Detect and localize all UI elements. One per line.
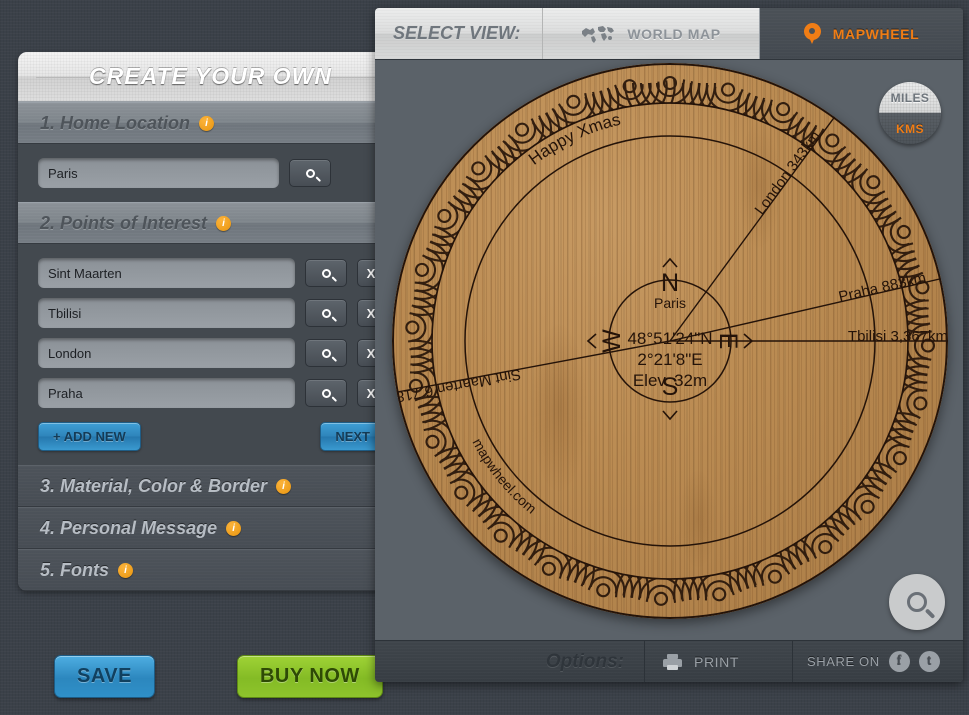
- info-icon[interactable]: i: [199, 115, 215, 131]
- tab-label: MAPWHEEL: [832, 25, 920, 42]
- section-header-material-color-border[interactable]: 3. Material, Color & Border i: [18, 465, 403, 507]
- poi-input[interactable]: [38, 298, 295, 328]
- spoke-label-praha-textpath: Praha 883km: [837, 269, 928, 306]
- poi-actions-row: + ADD NEW NEXT: [18, 418, 403, 451]
- share-group: SHARE ON f t: [793, 641, 963, 682]
- section-label: 1. Home Location: [40, 112, 191, 133]
- info-icon[interactable]: i: [216, 215, 232, 231]
- center-city-name: Paris: [654, 295, 686, 311]
- section-header-personal-message[interactable]: 4. Personal Message i: [18, 507, 403, 549]
- home-location-search-button[interactable]: [289, 159, 331, 187]
- twitter-icon[interactable]: t: [918, 651, 940, 672]
- poi-search-button[interactable]: [305, 259, 347, 287]
- info-icon[interactable]: i: [118, 562, 134, 578]
- poi-search-button[interactable]: [305, 379, 347, 407]
- options-label: Options:: [375, 641, 645, 682]
- buy-now-button[interactable]: BUY NOW: [236, 655, 383, 698]
- section-header-points-of-interest[interactable]: 2. Points of Interest i: [18, 202, 403, 244]
- preview-panel: SELECT VIEW: WORLD MAP MAPWHEEL N S W E …: [375, 8, 963, 682]
- select-view-label: SELECT VIEW:: [375, 8, 543, 59]
- home-location-input[interactable]: [38, 158, 279, 188]
- poi-input[interactable]: [38, 338, 295, 368]
- info-icon[interactable]: i: [226, 520, 242, 536]
- spoke-label-london-textpath: London 343km: [752, 128, 824, 218]
- page-title: CREATE YOUR OWN: [89, 63, 332, 89]
- search-icon: [319, 386, 333, 400]
- compass-north-label: N: [661, 269, 679, 297]
- printer-icon: [663, 653, 682, 670]
- mapwheel-svg: N S W E Happy Xmas mapwheel.com London 3…: [392, 63, 948, 619]
- center-elevation: Elev. 32m: [633, 371, 707, 390]
- select-view-bar: SELECT VIEW: WORLD MAP MAPWHEEL: [375, 8, 963, 60]
- mapwheel-graphic[interactable]: N S W E Happy Xmas mapwheel.com London 3…: [392, 63, 948, 619]
- map-pin-icon: [803, 22, 821, 45]
- spoke-label-tbilisi-textpath: Tbilisi 3,367km: [848, 328, 948, 345]
- share-label: SHARE ON: [807, 654, 880, 669]
- compass-east-label: E: [714, 333, 742, 350]
- print-label: PRINT: [694, 653, 739, 670]
- section-label: 3. Material, Color & Border: [40, 475, 268, 496]
- poi-search-button[interactable]: [305, 299, 347, 327]
- section-label: 2. Points of Interest: [40, 212, 208, 233]
- poi-search-button[interactable]: [305, 339, 347, 367]
- poi-row: X: [18, 378, 403, 408]
- magnifier-icon: [902, 587, 932, 617]
- tab-label: WORLD MAP: [627, 25, 721, 42]
- world-map-icon: [582, 25, 615, 43]
- facebook-icon[interactable]: f: [888, 651, 910, 672]
- search-icon: [303, 166, 317, 180]
- print-button[interactable]: PRINT: [645, 641, 793, 682]
- spoke-label-praha: Praha 883km: [837, 269, 928, 306]
- units-miles-option[interactable]: MILES: [879, 82, 941, 113]
- poi-row: X: [18, 258, 403, 288]
- home-location-row: [18, 158, 403, 188]
- section-body-home-location: [18, 144, 403, 202]
- zoom-button[interactable]: [889, 574, 945, 630]
- info-icon[interactable]: i: [276, 478, 292, 494]
- bottom-actions: SAVE BUY NOW: [18, 655, 403, 698]
- section-label: 4. Personal Message: [40, 517, 218, 538]
- units-toggle[interactable]: MILES KMS: [879, 82, 941, 144]
- poi-row: X: [18, 338, 403, 368]
- search-icon: [319, 346, 333, 360]
- spoke-label-tbilisi: Tbilisi 3,367km: [848, 328, 948, 345]
- options-bar: Options: PRINT SHARE ON f t: [375, 640, 963, 682]
- save-button[interactable]: SAVE: [54, 655, 155, 698]
- section-header-home-location[interactable]: 1. Home Location i: [18, 102, 403, 144]
- tab-mapwheel[interactable]: MAPWHEEL: [760, 8, 963, 59]
- compass-north: N: [661, 257, 679, 297]
- poi-row: X: [18, 298, 403, 328]
- search-icon: [319, 266, 333, 280]
- add-new-button[interactable]: + ADD NEW: [38, 422, 141, 451]
- center-longitude: 2°21'8"E: [637, 350, 702, 369]
- tab-world-map[interactable]: WORLD MAP: [543, 8, 760, 59]
- poi-input[interactable]: [38, 378, 295, 408]
- create-your-own-panel: CREATE YOUR OWN 1. Home Location i 2. Po…: [18, 52, 403, 591]
- section-header-fonts[interactable]: 5. Fonts i: [18, 549, 403, 591]
- section-label: 5. Fonts: [40, 559, 110, 580]
- panel-title: CREATE YOUR OWN: [18, 52, 403, 102]
- compass-west-label: W: [598, 329, 626, 353]
- center-latitude: 48°51'24"N: [627, 329, 712, 348]
- spoke-label-london: London 343km: [752, 128, 824, 218]
- poi-input[interactable]: [38, 258, 295, 288]
- search-icon: [319, 306, 333, 320]
- section-body-points-of-interest: X X X X + ADD NEW NEXT: [18, 244, 403, 465]
- compass-west: W: [586, 329, 626, 353]
- preview-stage: N S W E Happy Xmas mapwheel.com London 3…: [375, 60, 963, 640]
- units-kms-option[interactable]: KMS: [879, 113, 941, 144]
